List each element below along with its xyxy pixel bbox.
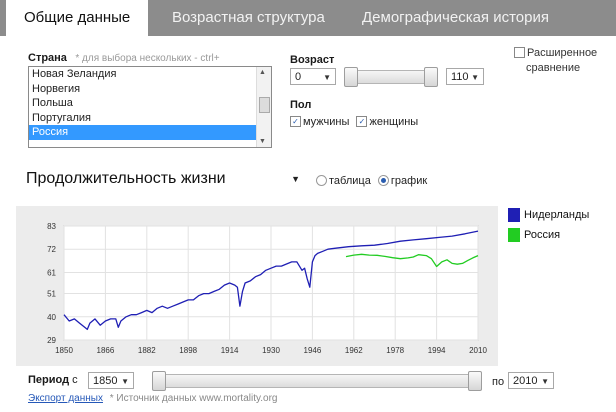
x-tick-label: 1850 (55, 346, 73, 355)
tab-general[interactable]: Общие данные (6, 0, 149, 36)
period-label: Период (28, 374, 70, 386)
male-label: мужчины (303, 116, 350, 128)
male-checkbox[interactable]: ✓ (290, 115, 301, 127)
country-listbox[interactable]: Новая Зеландия Норвегия Польша Португали… (28, 66, 272, 148)
age-from-select[interactable]: 0 ▼ (290, 68, 336, 85)
chevron-down-icon: ▼ (291, 174, 300, 184)
x-tick-label: 1866 (97, 346, 115, 355)
scroll-up-arrow-icon[interactable]: ▲ (259, 69, 266, 76)
x-tick-label: 1962 (345, 346, 363, 355)
table-radio[interactable] (316, 174, 327, 186)
female-checkbox[interactable]: ✓ (356, 115, 368, 127)
x-tick-label: 2010 (469, 346, 487, 355)
period-from-select[interactable]: 1850 ▼ (88, 372, 134, 389)
sex-checkboxes: ✓ мужчины ✓ женщины (290, 115, 419, 128)
graph-radio-label: график (390, 175, 428, 187)
export-data-link[interactable]: Экспорт данных (28, 393, 103, 404)
period-slider-max-handle[interactable] (468, 371, 482, 391)
chart-panel: 29 40 51 61 72 83 1850 1866 1882 1898 1914 1930 1946… (16, 206, 498, 366)
x-tick-label: 1930 (262, 346, 280, 355)
legend-item-netherlands: Нидерланды (508, 208, 589, 222)
y-tick-label: 40 (47, 313, 56, 322)
age-from-value: 0 (295, 71, 302, 83)
indicator-select[interactable]: Продолжительность жизни ▼ (26, 170, 302, 192)
period-slider[interactable] (152, 374, 482, 388)
x-tick-label: 1978 (386, 346, 404, 355)
period-from-label: с (72, 374, 78, 386)
period-to-select[interactable]: 2010 ▼ (508, 372, 554, 389)
tab-bar: Общие данные Возрастная структура Демогр… (0, 0, 616, 36)
country-label: Страна (28, 52, 67, 64)
x-tick-label: 1882 (138, 346, 156, 355)
period-to-value: 2010 (513, 375, 538, 387)
x-tick-label: 1914 (221, 346, 239, 355)
x-tick-label: 1946 (304, 346, 322, 355)
country-header: Страна * для выбора нескольких - ctrl+ (28, 48, 220, 66)
chevron-down-icon: ▼ (471, 73, 479, 82)
x-tick-label: 1994 (428, 346, 446, 355)
country-option[interactable]: Новая Зеландия (29, 67, 271, 82)
female-label: женщины (369, 116, 419, 128)
footer: Экспорт данных * Источник данных www.mor… (28, 393, 277, 404)
country-listbox-scrollbar[interactable]: ▲ ▼ (256, 67, 271, 147)
period-controls: Период с (28, 374, 78, 386)
country-option[interactable]: Польша (29, 96, 271, 111)
extended-compare: Расширенное сравнение (514, 46, 597, 76)
chevron-down-icon: ▼ (541, 377, 549, 386)
indicator-value: Продолжительность жизни (26, 170, 226, 187)
country-option-selected[interactable]: Россия (29, 125, 271, 140)
extended-compare-label-2: сравнение (526, 62, 581, 74)
extended-compare-checkbox[interactable] (514, 46, 525, 58)
country-option[interactable]: Португалия (29, 111, 271, 126)
table-radio-label: таблица (329, 175, 371, 187)
y-tick-label: 29 (47, 336, 56, 345)
tab-age-structure[interactable]: Возрастная структура (172, 0, 325, 36)
data-source-note: * Источник данных www.mortality.org (109, 393, 278, 404)
legend-item-russia: Россия (508, 228, 560, 242)
x-tick-label: 1898 (179, 346, 197, 355)
period-to-label: по (492, 376, 505, 388)
chevron-down-icon: ▼ (121, 377, 129, 386)
country-option[interactable]: Норвегия (29, 82, 271, 97)
age-slider-min-handle[interactable] (344, 67, 358, 87)
graph-radio[interactable] (377, 174, 389, 186)
legend-label-netherlands: Нидерланды (524, 208, 590, 221)
tab-demographic-history[interactable]: Демографическая история (362, 0, 549, 36)
legend-label-russia: Россия (524, 228, 561, 241)
age-label: Возраст (290, 54, 335, 66)
legend-swatch-netherlands (508, 208, 520, 222)
y-tick-label: 51 (47, 290, 56, 299)
age-to-select[interactable]: 110 ▼ (446, 68, 484, 85)
country-hint: * для выбора нескольких - ctrl+ (75, 53, 220, 64)
age-slider-max-handle[interactable] (424, 67, 438, 87)
scrollbar-thumb[interactable] (259, 97, 270, 113)
period-from-value: 1850 (93, 375, 118, 387)
y-tick-label: 61 (47, 268, 56, 277)
y-tick-label: 72 (47, 245, 56, 254)
extended-compare-label: Расширенное (527, 47, 598, 59)
chevron-down-icon: ▼ (323, 73, 331, 82)
life-expectancy-chart: 29 40 51 61 72 83 1850 1866 1882 1898 1914 1930 1946… (47, 222, 487, 355)
scroll-down-arrow-icon[interactable]: ▼ (259, 138, 266, 145)
period-slider-min-handle[interactable] (152, 371, 166, 391)
sex-label: Пол (290, 99, 312, 111)
age-to-value: 110 (451, 71, 469, 83)
legend-swatch-russia (508, 228, 520, 242)
y-tick-label: 83 (47, 222, 56, 231)
view-toggle: таблица график (316, 174, 428, 187)
